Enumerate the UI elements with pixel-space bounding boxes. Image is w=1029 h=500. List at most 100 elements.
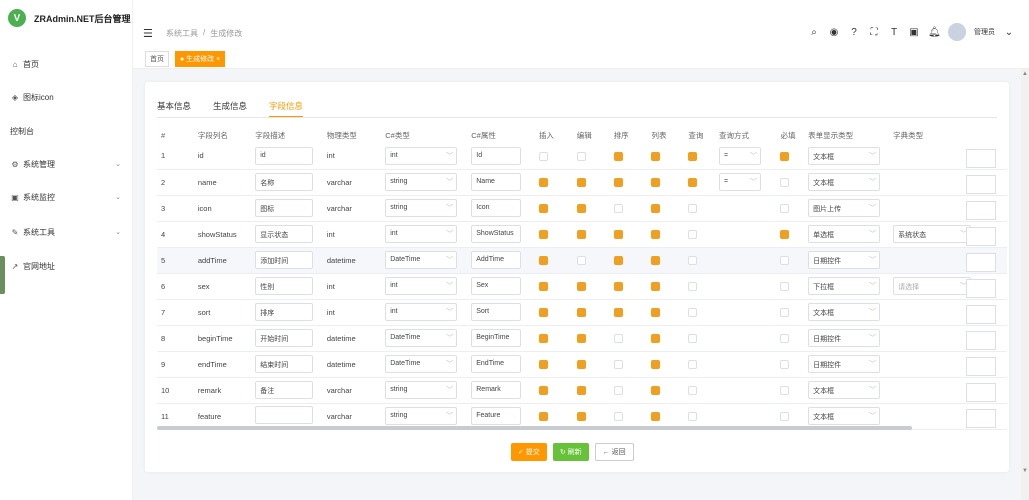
column-desc-input[interactable]: 排序 [255,303,314,321]
submit-button[interactable]: ✓ 提交 [511,443,547,461]
edit-checkbox[interactable] [576,411,586,421]
extra-column-input[interactable] [966,383,996,402]
ins-checkbox[interactable] [538,177,548,187]
sidebar-item-website[interactable]: ↗ 官网地址 [0,258,133,274]
html-type-select[interactable]: 文本框 [808,146,881,165]
html-type-select[interactable]: 日期控件 [808,329,881,347]
tab-field-info[interactable]: 字段信息 [269,100,304,118]
tab-basic-info[interactable]: 基本信息 [157,100,191,112]
extra-column-input[interactable] [966,175,996,194]
extra-column-input[interactable] [966,357,996,376]
column-desc-input[interactable]: 添加时间 [255,251,314,269]
list-checkbox[interactable] [651,177,661,187]
edit-checkbox[interactable] [576,229,586,239]
extra-column-input[interactable] [966,409,996,428]
query-checkbox[interactable] [688,333,698,343]
scroll-up-icon[interactable]: ▲ [1022,71,1028,77]
sidebar-item-system-manage[interactable]: ⚙ 系统管理 ⌄ [0,156,133,172]
csharp-prop-input[interactable]: Feature [471,407,522,425]
column-desc-input[interactable]: 结束时间 [255,355,314,373]
tag-home[interactable]: 首页 [145,50,169,67]
required-checkbox[interactable] [780,177,790,187]
sort-checkbox[interactable] [613,359,623,369]
back-button[interactable]: ← 返回 [594,443,634,461]
column-desc-input[interactable]: 图标 [255,199,314,217]
image-icon[interactable]: ▣ [908,27,920,38]
column-desc-input[interactable]: 显示状态 [255,225,314,243]
avatar[interactable] [948,23,966,41]
edit-checkbox[interactable] [576,255,586,265]
list-checkbox[interactable] [651,255,661,265]
csharp-type-select[interactable]: string [385,407,458,425]
edit-checkbox[interactable] [576,385,586,395]
list-checkbox[interactable] [651,359,661,369]
help-icon[interactable]: ? [848,27,860,38]
edit-checkbox[interactable] [576,151,586,161]
edit-checkbox[interactable] [576,281,586,291]
csharp-prop-input[interactable]: Icon [471,199,522,217]
breadcrumb-item[interactable]: 系统工具 [166,28,198,39]
fullscreen-icon[interactable]: ⛶ [868,27,880,38]
csharp-prop-input[interactable]: AddTime [471,251,522,269]
column-desc-input[interactable]: 备注 [255,381,314,399]
html-type-select[interactable]: 文本框 [808,173,881,191]
ins-checkbox[interactable] [538,307,548,317]
csharp-prop-input[interactable]: ShowStatus [471,225,522,243]
query-checkbox[interactable] [688,255,698,265]
csharp-prop-input[interactable]: EndTime [471,355,522,373]
extra-column-input[interactable] [966,227,996,246]
edit-checkbox[interactable] [576,359,586,369]
extra-column-input[interactable] [966,331,996,350]
column-desc-input[interactable]: 开始时间 [255,329,314,347]
csharp-type-select[interactable]: int [385,277,458,295]
html-type-select[interactable]: 日期控件 [808,355,881,373]
csharp-prop-input[interactable]: Sort [471,303,522,321]
extra-column-input[interactable] [966,253,996,272]
ins-checkbox[interactable] [538,229,548,239]
csharp-type-select[interactable]: int [385,225,458,243]
extra-column-input[interactable] [966,149,996,168]
html-type-select[interactable]: 日期控件 [808,251,881,269]
user-name[interactable]: 管理员 [974,27,995,37]
column-desc-input[interactable]: 名称 [255,173,314,191]
sort-checkbox[interactable] [613,177,623,187]
list-checkbox[interactable] [651,281,661,291]
ins-checkbox[interactable] [538,203,548,213]
sidebar-item-system-monitor[interactable]: ▣ 系统监控 ⌄ [0,189,133,205]
html-type-select[interactable]: 文本框 [808,407,881,425]
csharp-type-select[interactable]: int [385,303,458,321]
query-checkbox[interactable] [688,411,698,421]
query-checkbox[interactable] [688,359,698,369]
sort-checkbox[interactable] [613,333,623,343]
drawer-handle[interactable] [0,256,5,294]
sidebar-item-dashboard[interactable]: 控制台 [0,123,133,139]
list-checkbox[interactable] [651,385,661,395]
sort-checkbox[interactable] [613,203,623,213]
column-desc-input[interactable] [255,406,314,424]
dict-type-select[interactable]: 请选择 [893,277,972,295]
sidebar-item-icons[interactable]: ◈ 图标icon [0,89,133,105]
edit-checkbox[interactable] [576,307,586,317]
csharp-type-select[interactable]: string [385,381,458,399]
required-checkbox[interactable] [780,411,790,421]
list-checkbox[interactable] [651,411,661,421]
query-checkbox[interactable] [688,203,698,213]
ins-checkbox[interactable] [538,333,548,343]
required-checkbox[interactable] [780,281,790,291]
required-checkbox[interactable] [780,359,790,369]
csharp-prop-input[interactable]: Name [471,173,522,191]
list-checkbox[interactable] [651,151,661,161]
table-horizontal-scrollbar[interactable] [157,426,912,430]
csharp-type-select[interactable]: DateTime [385,329,458,347]
tab-gen-info[interactable]: 生成信息 [213,100,247,112]
required-checkbox[interactable] [780,151,790,161]
refresh-button[interactable]: ↻ 刷新 [552,443,589,461]
required-checkbox[interactable] [780,255,790,265]
csharp-prop-input[interactable]: Remark [471,381,522,399]
csharp-type-select[interactable]: int [385,146,458,165]
extra-column-input[interactable] [966,305,996,324]
sidebar-item-system-tools[interactable]: ✎ 系统工具 ⌄ [0,224,133,240]
required-checkbox[interactable] [780,333,790,343]
ins-checkbox[interactable] [538,359,548,369]
csharp-prop-input[interactable]: BeginTime [471,329,522,347]
